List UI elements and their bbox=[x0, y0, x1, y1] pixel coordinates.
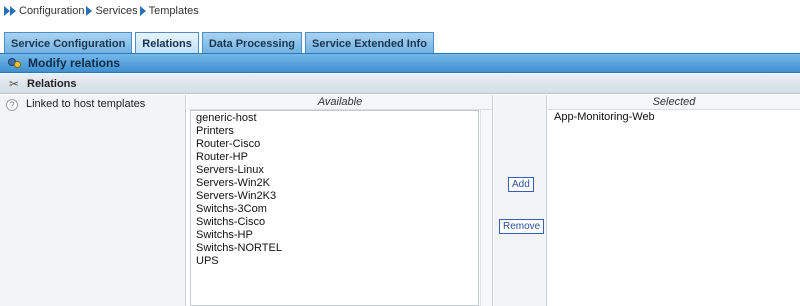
form-header: Modify relations bbox=[0, 53, 800, 73]
list-item[interactable]: App-Monitoring-Web bbox=[554, 111, 796, 124]
available-heading: Available bbox=[188, 95, 492, 110]
scrollbar[interactable] bbox=[480, 110, 492, 306]
field-label-cell: ? Linked to host templates bbox=[0, 95, 186, 306]
list-item[interactable]: Router-HP bbox=[196, 151, 478, 164]
tab-data-processing[interactable]: Data Processing bbox=[201, 32, 303, 54]
tab-relations[interactable]: Relations bbox=[135, 32, 199, 54]
relations-form: ? Linked to host templates Available gen… bbox=[0, 95, 800, 306]
breadcrumb-item-templates[interactable]: Templates bbox=[149, 5, 199, 17]
list-item[interactable]: Printers bbox=[196, 125, 478, 138]
users-icon bbox=[8, 57, 22, 69]
breadcrumb-arrow-icon bbox=[4, 6, 16, 16]
form-title: Modify relations bbox=[28, 56, 121, 70]
help-icon[interactable]: ? bbox=[6, 99, 18, 111]
list-item[interactable]: Switchs-HP bbox=[196, 229, 478, 242]
list-item[interactable]: Router-Cisco bbox=[196, 138, 478, 151]
list-item[interactable]: generic-host bbox=[196, 112, 478, 125]
list-item[interactable]: Switchs-NORTEL bbox=[196, 242, 478, 255]
add-button[interactable]: Add bbox=[508, 177, 534, 192]
available-panel: Available generic-host Printers Router-Cis… bbox=[188, 95, 493, 306]
remove-button[interactable]: Remove bbox=[499, 219, 545, 234]
tab-service-extended-info[interactable]: Service Extended Info bbox=[305, 32, 434, 54]
tab-service-configuration[interactable]: Service Configuration bbox=[4, 32, 133, 54]
breadcrumb-item-configuration[interactable]: Configuration bbox=[19, 5, 84, 17]
available-list[interactable]: generic-host Printers Router-Cisco Router-H… bbox=[190, 110, 479, 306]
list-item[interactable]: Servers-Win2K bbox=[196, 177, 478, 190]
list-item[interactable]: Servers-Win2K3 bbox=[196, 190, 478, 203]
tab-bar: Service Configuration Relations Data Pro… bbox=[0, 30, 800, 54]
section-header: ✂ Relations bbox=[0, 74, 800, 94]
selected-panel: Selected App-Monitoring-Web bbox=[548, 95, 800, 306]
list-item[interactable]: Switchs-Cisco bbox=[196, 216, 478, 229]
breadcrumb-separator-icon bbox=[86, 6, 93, 16]
selected-heading: Selected bbox=[548, 95, 800, 110]
section-title: Relations bbox=[27, 77, 77, 90]
link-icon: ✂ bbox=[8, 76, 20, 91]
list-item[interactable]: Switchs-3Com bbox=[196, 203, 478, 216]
breadcrumb-item-services[interactable]: Services bbox=[95, 5, 137, 17]
transfer-controls: Add Remove bbox=[494, 95, 547, 306]
selected-list[interactable]: App-Monitoring-Web bbox=[550, 110, 796, 306]
breadcrumb: Configuration Services Templates bbox=[0, 0, 800, 22]
breadcrumb-separator-icon bbox=[139, 6, 146, 16]
list-item[interactable]: Servers-Linux bbox=[196, 164, 478, 177]
field-label: Linked to host templates bbox=[26, 98, 146, 110]
list-item[interactable]: UPS bbox=[196, 255, 478, 268]
